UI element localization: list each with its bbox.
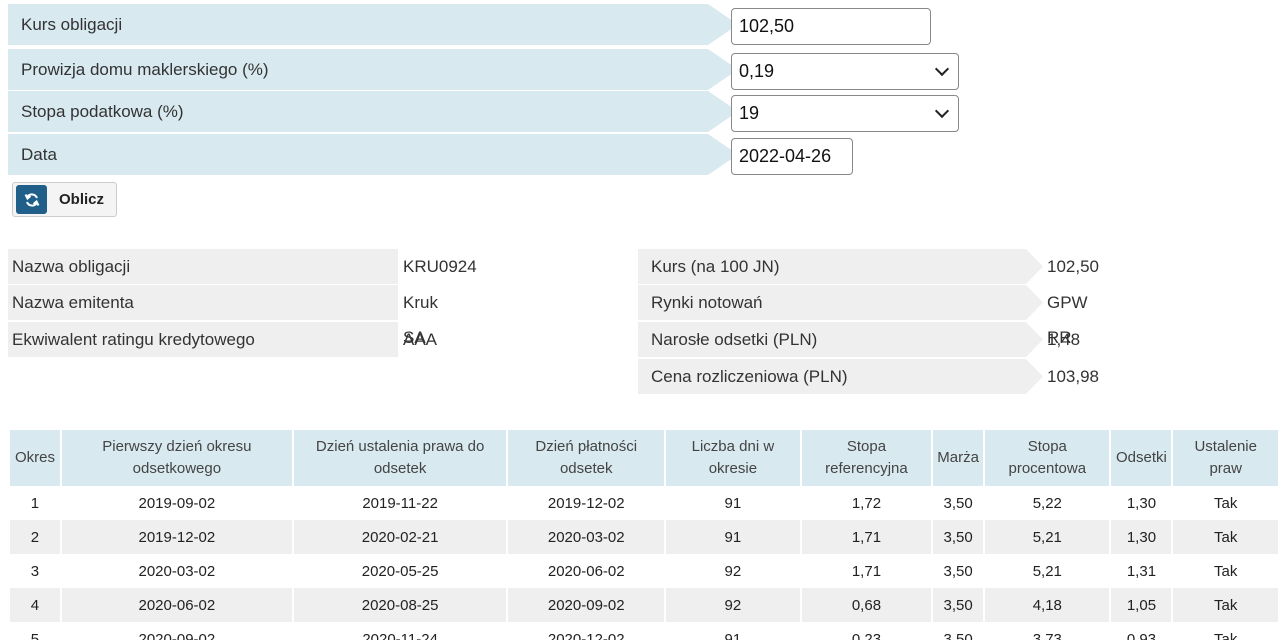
table-cell: 4,18 [985,588,1110,622]
table-cell: 2020-02-21 [293,520,507,554]
table-cell: 1 [30,494,40,512]
refresh-icon [16,185,47,214]
header-margin: Marża [933,430,984,486]
commission-select-value: 0,19 [739,61,775,81]
table-cell: 2020-11-24 [362,630,438,640]
table-cell: 5,21 [985,520,1110,554]
bond-price-input[interactable]: 102,50 [731,8,931,45]
header-days: Liczba dni w okresie [666,430,800,486]
table-cell: 3,50 [943,562,973,580]
rating-value: AAA [403,330,438,349]
table-cell: 3,50 [933,588,984,622]
header-rights-set: Ustalenie praw [1173,430,1278,486]
settlement-price-value: 103,98 [1047,367,1099,386]
table-cell: 3,50 [943,494,973,512]
price-key: Kurs (na 100 JN) [638,249,1043,284]
table-cell: 1,31 [1126,562,1157,580]
table-cell: 2019-12-02 [547,494,625,512]
table-row: 1 2019-09-02 2019-11-22 2019-12-02 91 1,72 3,5… [10,486,1278,520]
table-cell: 2019-12-02 [61,520,292,554]
chevron-down-icon [934,103,950,119]
commission-label: Prowizja domu maklerskiego (%) [8,49,738,90]
rating-key: Ekwiwalent ratingu kredytowego [8,322,398,357]
table-cell: 2020-03-02 [508,520,665,554]
date-input[interactable]: 2022-04-26 [731,138,853,175]
table-cell: 2020-09-02 [508,588,665,622]
table-cell: 1,30 [1111,520,1172,554]
table-row: 4 2020-06-02 2020-08-25 2020-09-02 92 0,68 3,5… [10,588,1278,622]
table-cell: 0,23 [851,630,882,640]
table-cell: 3,50 [933,520,984,554]
date-label: Data [8,134,738,175]
header-reference-rate: Stopa referencyjna [801,430,932,486]
issuer-key: Nazwa emitenta [8,285,398,320]
table-cell: 3 [30,562,40,580]
table-cell: 92 [724,562,742,580]
table-row: 5 2020-09-02 2020-11-24 2020-12-02 91 0,23 3,5… [10,622,1278,640]
table-row: 2 2019-12-02 2020-02-21 2020-03-02 91 1,71 3,5… [10,520,1278,554]
header-record-date: Dzień ustalenia prawa do odsetek [293,430,507,486]
table-cell: Tak [1214,562,1238,580]
calculate-button[interactable]: Oblicz [12,182,117,217]
issuer-value: Kruk SA [403,293,438,347]
accrued-interest-key: Narosłe odsetki (PLN) [638,322,1043,357]
tax-rate-select[interactable]: 19 [731,95,959,132]
table-cell: 91 [724,630,742,640]
header-period: Okres [10,430,60,486]
table-cell: Tak [1214,494,1238,512]
table-cell: 0,68 [801,588,932,622]
table-cell: 5 [30,630,40,640]
table-cell: 1,71 [801,520,932,554]
table-cell: 2020-03-02 [138,562,216,580]
bond-name-value: KRU0924 [403,257,477,276]
accrued-interest-value: 1,48 [1047,330,1081,349]
bond-name-key: Nazwa obligacji [8,249,398,284]
table-cell: Tak [1173,520,1278,554]
table-cell: 2019-11-22 [362,494,438,512]
table-cell: 2020-06-02 [61,588,292,622]
table-cell: 91 [666,520,800,554]
table-cell: 5,21 [1032,562,1062,580]
tax-rate-label: Stopa podatkowa (%) [8,91,738,132]
commission-select[interactable]: 0,19 [731,53,959,90]
table-cell: 1,72 [851,494,882,512]
table-row: 3 2020-03-02 2020-05-25 2020-06-02 92 1,71 3,5… [10,554,1278,588]
header-payment-date: Dzień płatności odsetek [508,430,665,486]
price-value: 102,50 [1047,257,1099,276]
table-cell: 2019-09-02 [138,494,216,512]
table-cell: Tak [1214,630,1238,640]
coupon-table: Okres Pierwszy dzień okresu odsetkowego … [8,430,1280,640]
table-cell: 4 [10,588,60,622]
chevron-down-icon [934,61,950,77]
table-cell: 2 [10,520,60,554]
table-cell: 3,73 [1032,630,1062,640]
table-cell: 5,22 [1032,494,1062,512]
calculate-button-label: Oblicz [59,191,105,208]
markets-key: Rynki notowań [638,285,1043,320]
tax-rate-select-value: 19 [739,103,760,123]
markets-value: GPW RR [1047,293,1088,347]
table-cell: 3,50 [943,630,973,640]
header-interest: Odsetki [1111,430,1172,486]
table-cell: 2020-05-25 [361,562,439,580]
table-cell: 92 [666,588,800,622]
header-period-start: Pierwszy dzień okresu odsetkowego [61,430,292,486]
table-cell: 2020-08-25 [293,588,507,622]
settlement-price-key: Cena rozliczeniowa (PLN) [638,359,1043,394]
table-cell: Tak [1173,588,1278,622]
bond-price-label: Kurs obligacji [8,4,738,45]
table-cell: 1,71 [851,562,882,580]
table-cell: 91 [724,494,742,512]
table-cell: 2020-09-02 [138,630,216,640]
table-cell: 1,30 [1126,494,1157,512]
table-cell: 2020-12-02 [547,630,625,640]
table-cell: 2020-06-02 [547,562,625,580]
header-interest-rate: Stopa procentowa [985,430,1110,486]
table-cell: 1,05 [1111,588,1172,622]
table-cell: 0,93 [1126,630,1157,640]
table-header-row: Okres Pierwszy dzień okresu odsetkowego … [10,430,1278,486]
